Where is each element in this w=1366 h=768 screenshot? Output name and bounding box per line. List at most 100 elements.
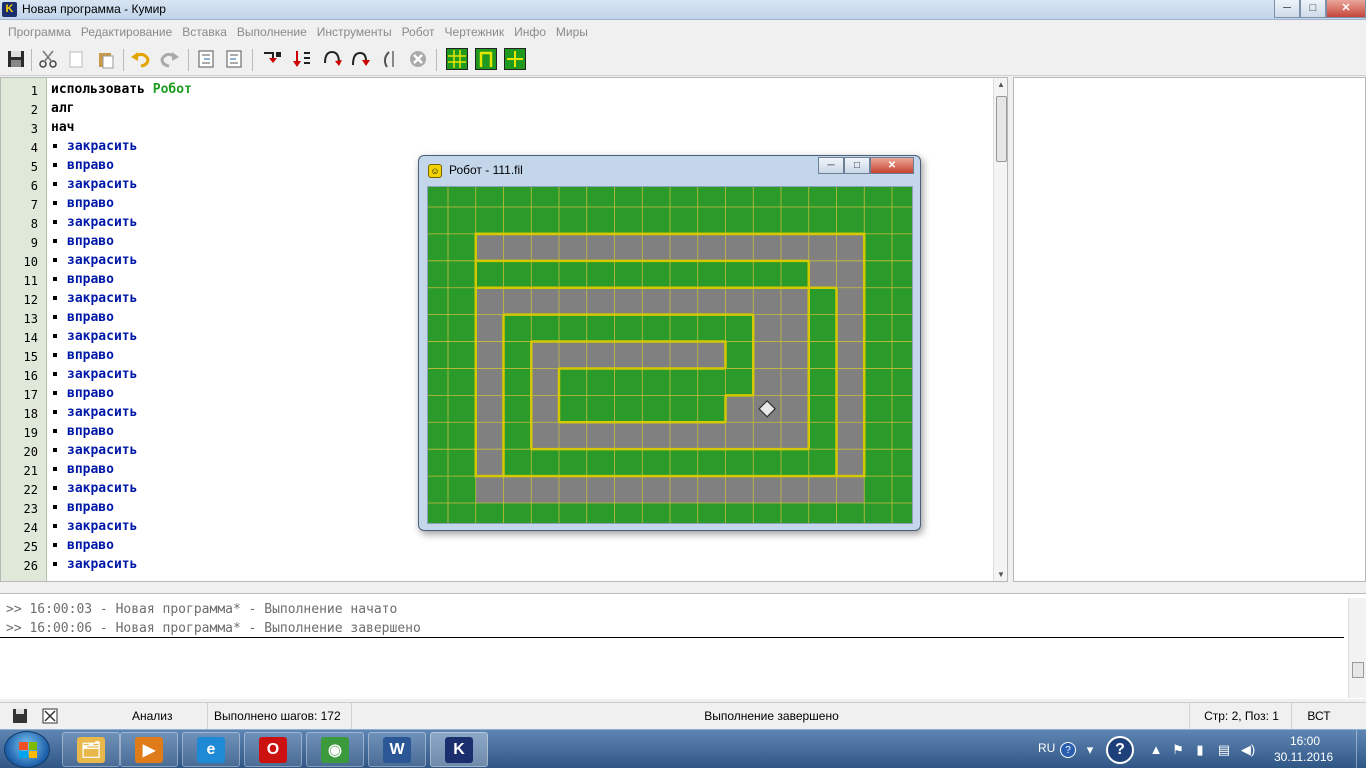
save-icon[interactable] xyxy=(4,47,28,71)
code-line[interactable]: вправо xyxy=(51,424,114,443)
help-icon[interactable]: ? xyxy=(1060,742,1076,758)
code-line[interactable]: закрасить xyxy=(51,253,137,272)
flag-icon[interactable]: ⚑ xyxy=(1170,742,1186,758)
taskbar-chrome[interactable]: ◉ xyxy=(306,732,364,767)
menu-insert[interactable]: Вставка xyxy=(178,21,231,43)
menu-program[interactable]: Программа xyxy=(4,21,75,43)
device-icon[interactable]: ▮ xyxy=(1192,742,1208,758)
code-line[interactable]: закрасить xyxy=(51,557,137,576)
chevron-down-icon[interactable]: ▾ xyxy=(1082,742,1098,758)
code-line[interactable]: вправо xyxy=(51,500,114,519)
code-line[interactable]: закрасить xyxy=(51,215,137,234)
maximize-button[interactable]: □ xyxy=(844,157,870,174)
unindent-icon[interactable] xyxy=(222,47,246,71)
network-icon[interactable]: ▤ xyxy=(1216,742,1232,758)
scroll-up-arrow[interactable]: ▲ xyxy=(997,80,1005,89)
code-line[interactable]: закрасить xyxy=(51,405,137,424)
paste-icon[interactable] xyxy=(94,47,118,71)
menu-info[interactable]: Инфо xyxy=(510,21,550,43)
code-line[interactable]: закрасить xyxy=(51,329,137,348)
menu-edit[interactable]: Редактирование xyxy=(77,21,176,43)
insert-mode: ВСТ xyxy=(1307,709,1331,723)
clock-time[interactable]: 16:00 xyxy=(1290,734,1320,748)
copy-icon[interactable] xyxy=(64,47,88,71)
menu-worlds[interactable]: Миры xyxy=(552,21,592,43)
taskbar-internet-explorer[interactable]: e xyxy=(182,732,240,767)
undo-icon[interactable] xyxy=(128,47,152,71)
robot-window[interactable]: ☺ Робот - 111.fil ─ □ ✕ xyxy=(418,155,921,531)
code-line[interactable]: вправо xyxy=(51,158,114,177)
run-step-icon[interactable] xyxy=(290,47,314,71)
drawer-icon[interactable] xyxy=(504,48,526,70)
code-line[interactable]: закрасить xyxy=(51,139,137,158)
menu-robot[interactable]: Робот xyxy=(398,21,439,43)
taskbar-media-player[interactable]: ▶ xyxy=(120,732,178,767)
scrollbar-thumb[interactable] xyxy=(996,96,1007,162)
painted-cell xyxy=(503,260,532,288)
taskbar-explorer[interactable]: 🗂 xyxy=(62,732,120,767)
save-icon[interactable] xyxy=(12,708,28,724)
code-line[interactable]: закрасить xyxy=(51,519,137,538)
painted-cell xyxy=(614,368,643,396)
step-into-icon[interactable] xyxy=(348,47,372,71)
code-line[interactable]: использовать Робот xyxy=(51,82,192,101)
code-line[interactable]: закрасить xyxy=(51,481,137,500)
step-out-icon[interactable] xyxy=(378,47,402,71)
taskbar-opera[interactable]: O xyxy=(244,732,302,767)
console-scrollbar[interactable] xyxy=(1348,598,1366,698)
indent-icon[interactable] xyxy=(194,47,218,71)
code-line[interactable]: закрасить xyxy=(51,367,137,386)
step-over-icon[interactable] xyxy=(320,47,344,71)
code-line[interactable]: вправо xyxy=(51,462,114,481)
painted-cell xyxy=(753,260,781,288)
minimize-button[interactable]: ─ xyxy=(1274,0,1300,18)
painted-cell xyxy=(503,314,532,342)
stop-icon[interactable] xyxy=(406,47,430,71)
start-button[interactable] xyxy=(4,731,50,768)
scroll-down-arrow[interactable]: ▼ xyxy=(997,570,1005,579)
indent-marker xyxy=(53,409,57,414)
code-line[interactable]: вправо xyxy=(51,386,114,405)
language-indicator[interactable]: RU xyxy=(1038,741,1055,755)
menu-tools[interactable]: Инструменты xyxy=(313,21,396,43)
menu-run[interactable]: Выполнение xyxy=(233,21,311,43)
cut-icon[interactable] xyxy=(36,47,60,71)
scrollbar-thumb[interactable] xyxy=(1352,662,1364,678)
show-hidden-icons[interactable]: ▲ xyxy=(1148,742,1164,758)
code-line[interactable]: алг xyxy=(51,101,74,120)
code-line[interactable]: вправо xyxy=(51,196,114,215)
kumir-app-icon[interactable]: K xyxy=(2,2,17,17)
code-line[interactable]: вправо xyxy=(51,348,114,367)
maximize-button[interactable]: □ xyxy=(1300,0,1326,18)
code-line[interactable]: нач xyxy=(51,120,74,139)
robot-field[interactable] xyxy=(427,186,913,524)
taskbar-kumir[interactable]: K xyxy=(430,732,488,767)
painted-cell xyxy=(448,341,476,369)
help-large-icon[interactable]: ? xyxy=(1106,736,1134,764)
clock-date[interactable]: 30.11.2016 xyxy=(1274,750,1333,764)
minimize-button[interactable]: ─ xyxy=(818,157,844,174)
code-line[interactable]: закрасить xyxy=(51,443,137,462)
clear-icon[interactable] xyxy=(42,708,58,724)
menu-drawer[interactable]: Чертежник xyxy=(441,21,509,43)
empty-cell xyxy=(559,341,587,369)
volume-icon[interactable]: ◀) xyxy=(1240,742,1256,758)
run-icon[interactable] xyxy=(260,47,284,71)
code-line[interactable]: вправо xyxy=(51,272,114,291)
show-desktop-button[interactable] xyxy=(1356,730,1366,768)
close-button[interactable]: ✕ xyxy=(870,157,914,174)
code-line[interactable]: вправо xyxy=(51,310,114,329)
code-line[interactable]: вправо xyxy=(51,538,114,557)
line-number: 5 xyxy=(30,160,38,174)
robot-pult-icon[interactable] xyxy=(475,48,497,70)
close-button[interactable]: ✕ xyxy=(1326,0,1366,18)
redo-icon[interactable] xyxy=(158,47,182,71)
code-line[interactable]: закрасить xyxy=(51,291,137,310)
robot-field-icon[interactable] xyxy=(446,48,468,70)
empty-cell xyxy=(559,233,587,261)
code-line[interactable]: вправо xyxy=(51,234,114,253)
line-number: 8 xyxy=(30,217,38,231)
editor-scrollbar[interactable]: ▲ ▼ xyxy=(993,78,1007,581)
taskbar-word[interactable]: W xyxy=(368,732,426,767)
code-line[interactable]: закрасить xyxy=(51,177,137,196)
